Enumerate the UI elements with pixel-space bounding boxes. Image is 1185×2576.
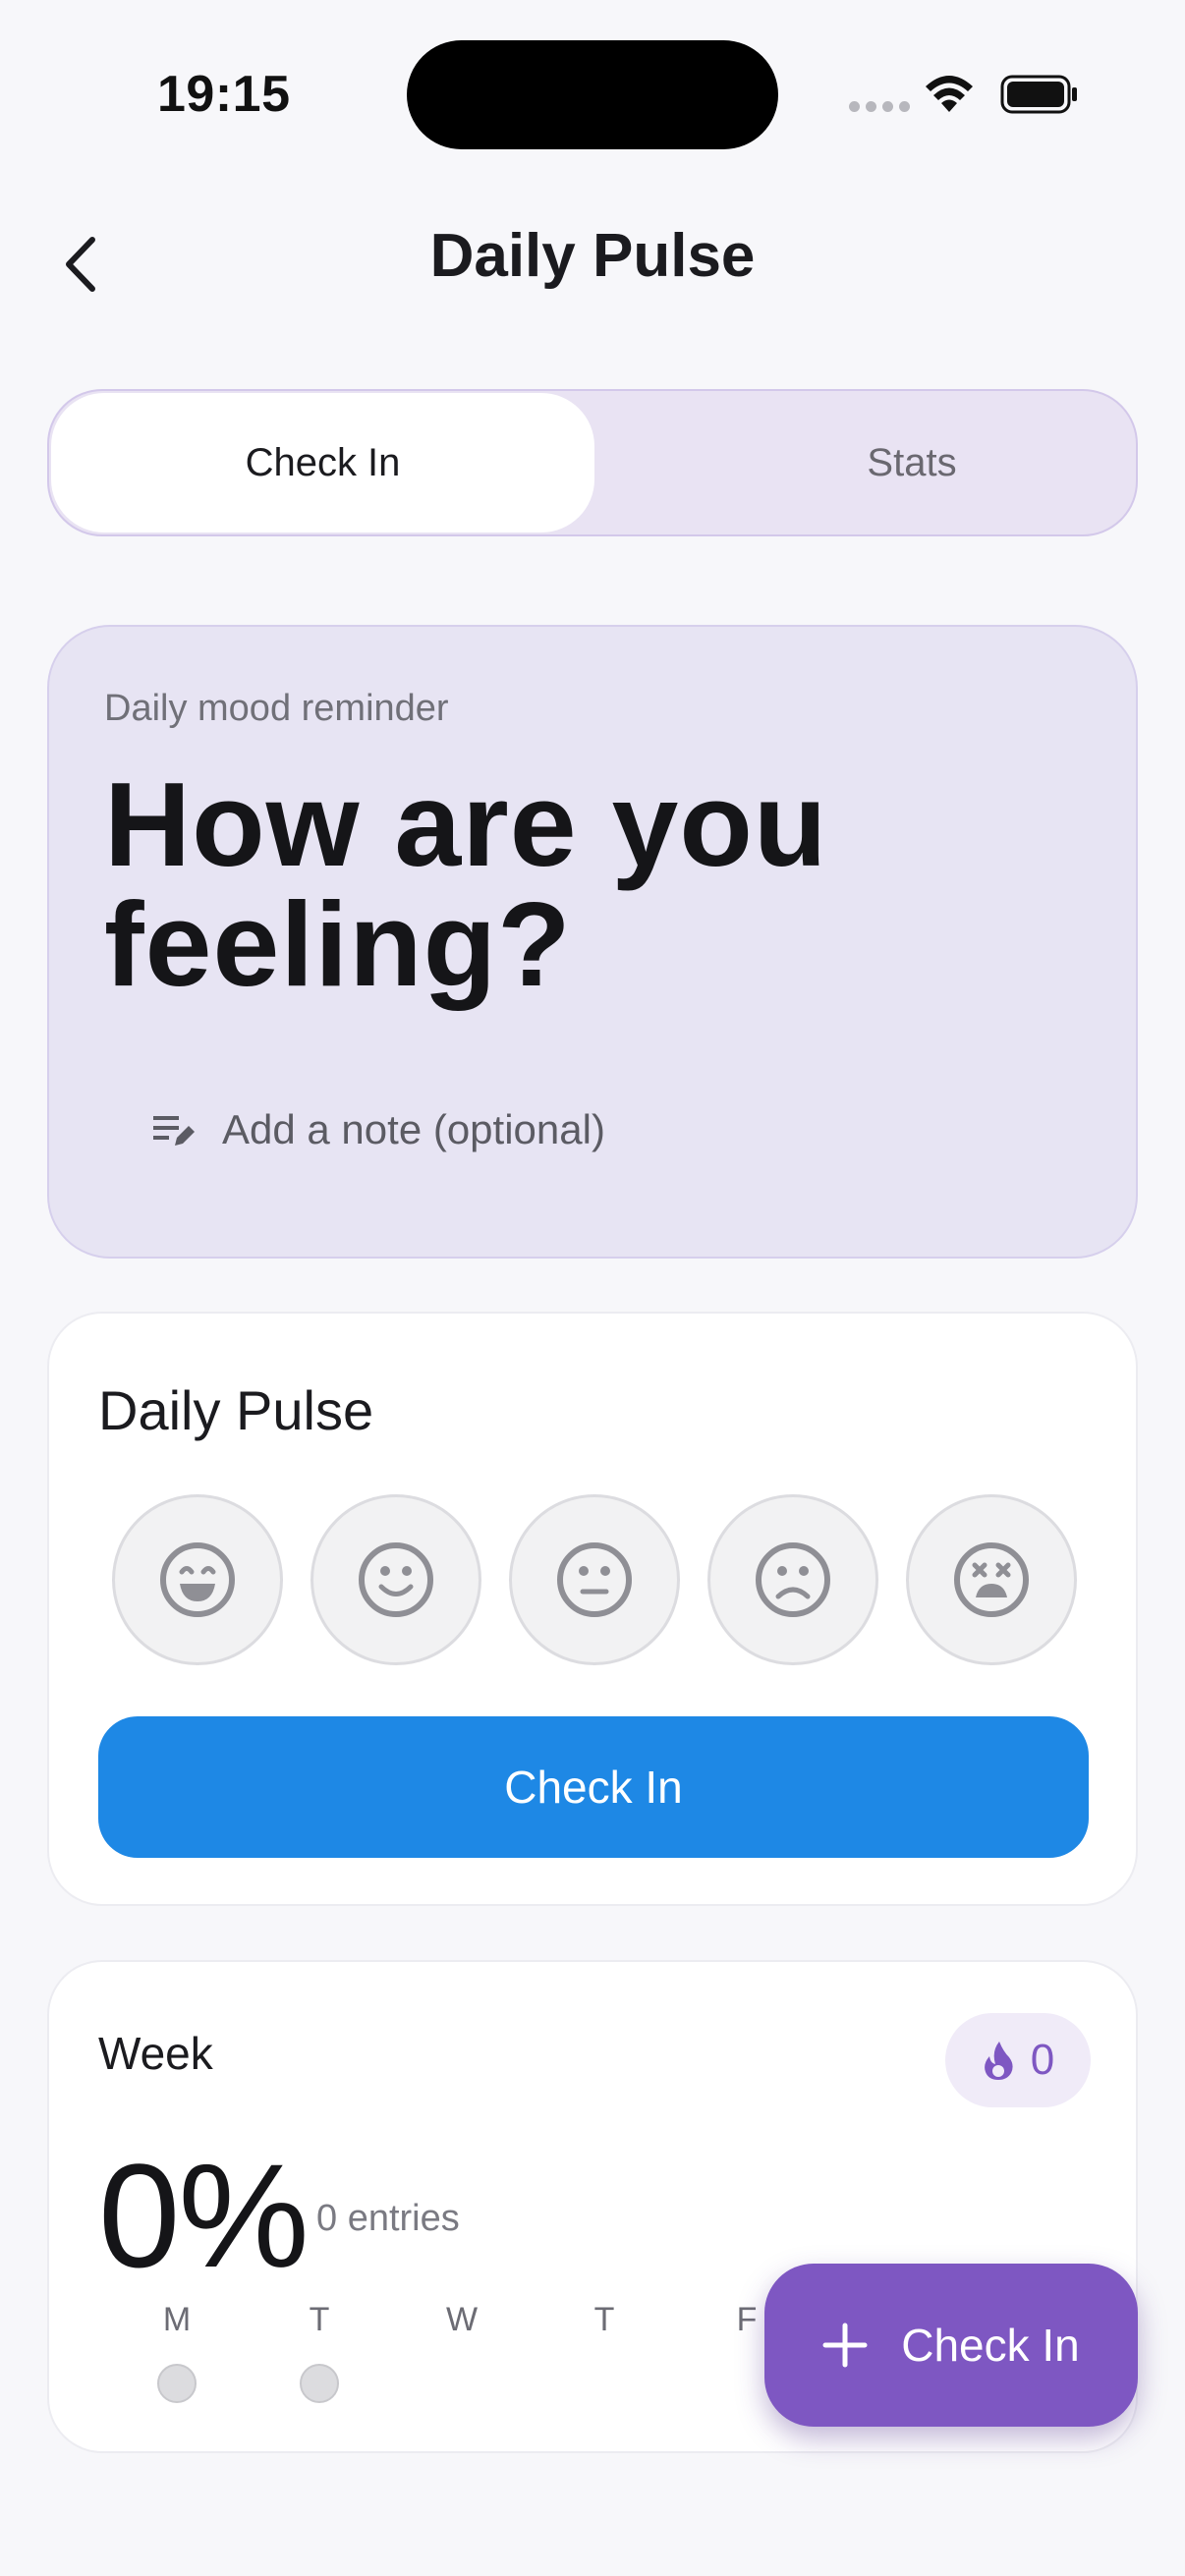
streak-badge: 0 <box>945 2013 1091 2107</box>
entries-count: 0 entries <box>316 2198 460 2239</box>
mood-selector <box>112 1494 1077 1665</box>
daily-pulse-card: Daily Pulse Check In <box>47 1312 1138 1906</box>
tab-stats[interactable]: Stats <box>639 391 1185 534</box>
tab-check-in[interactable]: Check In <box>51 393 594 532</box>
streak-count: 0 <box>1030 2036 1055 2084</box>
mood-sad-button[interactable] <box>707 1494 878 1665</box>
sad-face-icon <box>756 1542 830 1617</box>
plus-icon <box>822 2323 868 2368</box>
wifi-icon <box>926 76 973 112</box>
day-label: T <box>593 2301 615 2338</box>
happy-face-icon <box>359 1542 433 1617</box>
check-in-button[interactable]: Check In <box>98 1716 1089 1858</box>
mood-very-sad-button[interactable] <box>906 1494 1077 1665</box>
fab-label: Check In <box>901 2320 1080 2371</box>
prompt-title: How are you feeling? <box>104 757 828 1011</box>
very-happy-face-icon <box>160 1542 235 1617</box>
week-percent: 0% <box>98 2133 310 2298</box>
battery-icon <box>1000 75 1077 114</box>
day-label: M <box>162 2301 192 2338</box>
mood-very-happy-button[interactable] <box>112 1494 283 1665</box>
add-note-button[interactable]: Add a note (optional) <box>151 1106 605 1153</box>
mood-neutral-button[interactable] <box>509 1494 680 1665</box>
edit-note-icon <box>153 1116 195 1146</box>
screen: 19:15 Daily Pulse Check In Stats Daily m… <box>0 0 1185 2576</box>
very-sad-face-icon <box>954 1542 1029 1617</box>
add-note-label: Add a note (optional) <box>222 1106 605 1152</box>
day-dot <box>157 2364 197 2403</box>
day-label: T <box>309 2301 330 2338</box>
page-title: Daily Pulse <box>429 222 756 290</box>
mood-prompt-card: Daily mood reminder How are you feeling?… <box>47 625 1138 1259</box>
check-in-fab[interactable]: Check In <box>764 2264 1138 2427</box>
segmented-control: Check In Stats <box>47 389 1138 536</box>
prompt-subtitle: Daily mood reminder <box>104 688 449 729</box>
neutral-face-icon <box>557 1542 632 1617</box>
pulse-card-title: Daily Pulse <box>98 1379 374 1441</box>
mood-happy-button[interactable] <box>310 1494 481 1665</box>
week-title: Week <box>98 2028 213 2079</box>
flame-icon <box>984 2042 1013 2080</box>
dynamic-island <box>407 40 778 149</box>
day-dot <box>300 2364 339 2403</box>
status-time: 19:15 <box>157 66 291 123</box>
signal-icon <box>849 101 910 112</box>
day-label: W <box>445 2301 479 2338</box>
